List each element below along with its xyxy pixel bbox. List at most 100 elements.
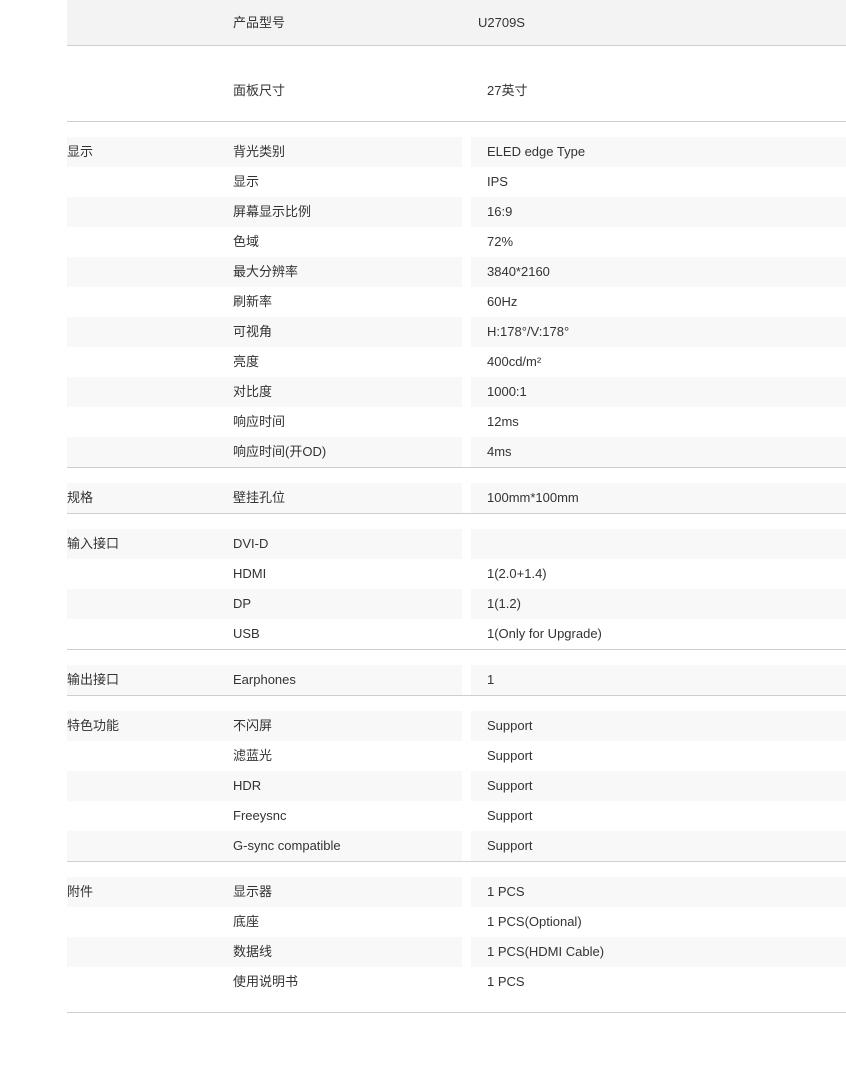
spec-value-cell: 72% [471,227,846,257]
spec-category-cell [67,771,208,801]
spec-category-cell [67,0,208,45]
spec-name-cell: HDR [208,771,462,801]
spec-value-cell: H:178°/V:178° [471,317,846,347]
spec-name-cell: 响应时间 [208,407,462,437]
spec-name-cell: DVI-D [208,529,462,559]
spec-name-cell: 背光类别 [208,137,462,167]
spec-value-cell: 1 PCS [471,967,846,997]
spec-category-cell [67,831,208,861]
spec-name-label: 响应时间 [233,414,286,429]
table-row: 可视角 H:178°/V:178° [0,317,846,347]
spec-name-label: 滤蓝光 [233,748,273,763]
table-row: 显示 背光类别 ELED edge Type [0,137,846,167]
spec-category-cell [67,257,208,287]
spec-value-text: 72% [487,234,514,249]
spec-name-cell: 刷新率 [208,287,462,317]
spec-name-label: 背光类别 [233,144,286,159]
specification-table: 产品型号 U2709S 面板尺寸 27英寸显示 背光类别 ELED edge Type 显示… [0,0,846,1013]
table-row: 刷新率 60Hz [0,287,846,317]
spec-name-cell: 屏幕显示比例 [208,197,462,227]
spec-category-cell [67,619,208,649]
table-row: 附件 显示器 1 PCS [0,877,846,907]
spec-category-cell [67,61,208,121]
spec-name-cell: USB [208,619,462,649]
section-rows: 产品型号 U2709S [0,0,846,45]
spec-value-text: 1 [487,672,495,687]
table-row: 屏幕显示比例 16:9 [0,197,846,227]
spec-category-cell: 规格 [67,483,208,513]
spec-value-cell: 1000:1 [471,377,846,407]
spec-value-cell: ELED edge Type [471,137,846,167]
spec-value-text: Support [487,718,533,733]
spec-value-text: 4ms [487,444,512,459]
spec-value-cell: Support [471,711,846,741]
table-row: 响应时间(开OD) 4ms [0,437,846,467]
spec-name-cell: 可视角 [208,317,462,347]
table-row: HDR Support [0,771,846,801]
spec-section-output-interface: 输出接口 Earphones 1 [0,649,846,695]
table-row: 响应时间 12ms [0,407,846,437]
spec-name-label: Earphones [233,672,296,687]
spec-category-cell [67,741,208,771]
spec-value-cell: 1 PCS [471,877,846,907]
spec-value-cell: 1 [471,665,846,695]
spec-name-cell: 不闪屏 [208,711,462,741]
spec-value-text: 1 PCS(HDMI Cable) [487,944,605,959]
spec-name-label: 数据线 [233,944,273,959]
section-rows: 显示 背光类别 ELED edge Type 显示 IPS 屏幕显示比例 16:9 色域 72%… [0,137,846,467]
spec-name-cell: 面板尺寸 [208,61,462,121]
table-row: 产品型号 U2709S [0,0,846,45]
spec-value-cell: 1(1.2) [471,589,846,619]
spec-value-cell: 4ms [471,437,846,467]
spec-category-label: 规格 [67,490,94,505]
spec-name-cell: Earphones [208,665,462,695]
spec-name-cell: 滤蓝光 [208,741,462,771]
spec-name-label: 面板尺寸 [233,83,286,98]
spec-name-label: 屏幕显示比例 [233,204,312,219]
spec-value-text: IPS [487,174,508,189]
spec-value-text: ELED edge Type [487,144,586,159]
spec-category-cell [67,197,208,227]
spec-category-cell [67,227,208,257]
spec-value-text: 1 PCS(Optional) [487,914,582,929]
table-row: DP 1(1.2) [0,589,846,619]
table-row: 特色功能 不闪屏 Support [0,711,846,741]
spec-name-label: DP [233,596,252,611]
spec-name-cell: HDMI [208,559,462,589]
table-row: 使用说明书 1 PCS [0,967,846,997]
table-row: 底座 1 PCS(Optional) [0,907,846,937]
spec-category-cell [67,589,208,619]
section-rows: 面板尺寸 27英寸 [0,61,846,121]
spec-name-cell: Freeysnc [208,801,462,831]
spec-name-label: 响应时间(开OD) [233,444,327,459]
spec-category-label: 特色功能 [67,718,120,733]
spec-value-cell: 400cd/m² [471,347,846,377]
spec-value-text: 60Hz [487,294,518,309]
spec-name-cell: 色域 [208,227,462,257]
table-row: 数据线 1 PCS(HDMI Cable) [0,937,846,967]
spec-category-label: 输入接口 [67,536,120,551]
spec-section-input-interface: 输入接口 DVI-D HDMI 1(2.0+1.4) DP 1(1.2) USB 1(Only… [0,513,846,649]
spec-category-cell: 显示 [67,137,208,167]
table-row: G-sync compatible Support [0,831,846,861]
spec-name-label: 亮度 [233,354,260,369]
spec-name-label: HDR [233,778,262,793]
spec-value-text: 3840*2160 [487,264,550,279]
spec-name-cell: 产品型号 [208,0,462,45]
spec-category-cell: 输出接口 [67,665,208,695]
spec-value-text: Support [487,838,533,853]
spec-name-cell: 壁挂孔位 [208,483,462,513]
section-rows: 附件 显示器 1 PCS 底座 1 PCS(Optional) 数据线 1 PCS(HDMI… [0,877,846,997]
spec-name-label: Freeysnc [233,808,287,823]
spec-value-text: U2709S [478,15,525,30]
spec-name-label: HDMI [233,566,267,581]
table-row: 亮度 400cd/m² [0,347,846,377]
spec-name-cell: 亮度 [208,347,462,377]
section-rows: 输出接口 Earphones 1 [0,665,846,695]
spec-name-cell: 响应时间(开OD) [208,437,462,467]
spec-name-label: USB [233,626,260,641]
